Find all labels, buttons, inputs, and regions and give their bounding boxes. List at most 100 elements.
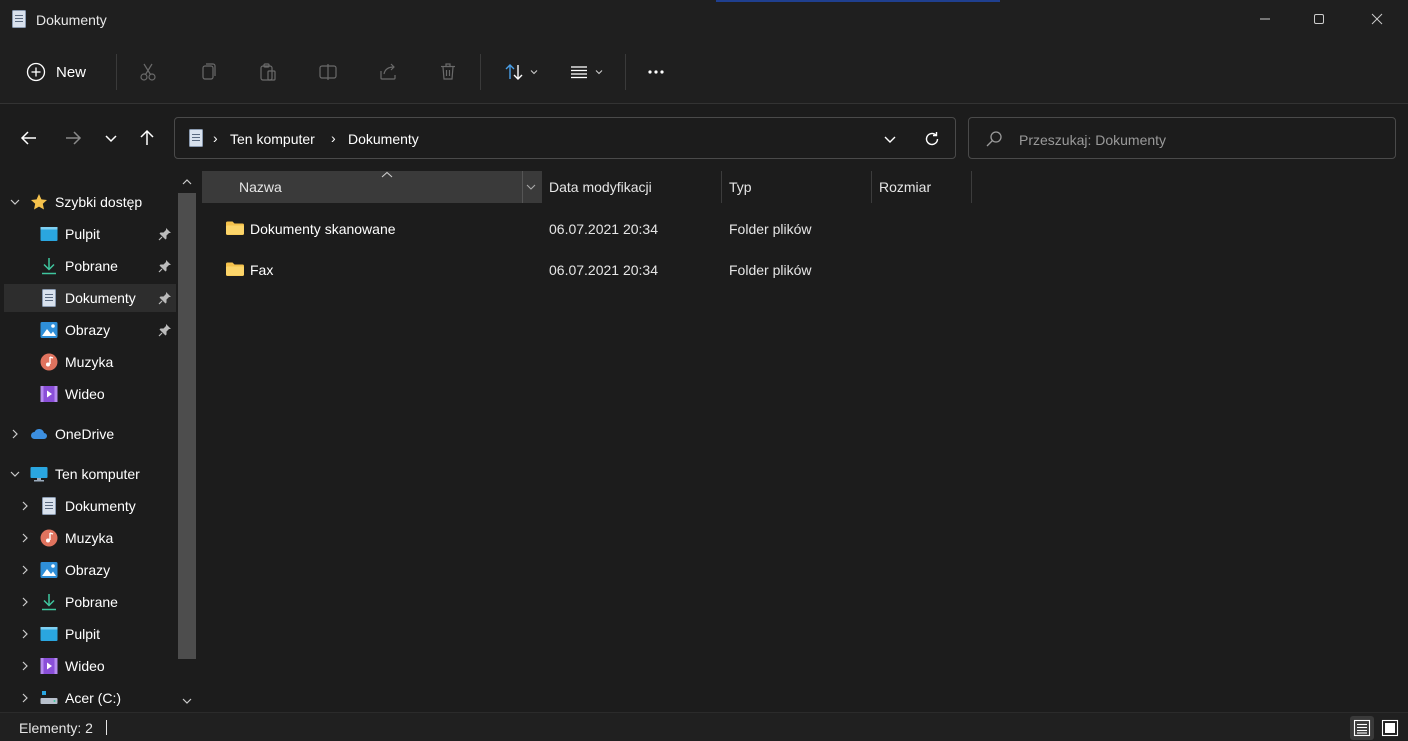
sidebar-item-desktop[interactable]: Pulpit	[0, 220, 176, 248]
navigation-pane: Szybki dostęp Pulpit Pobrane Dokumenty O…	[0, 171, 200, 712]
column-divider	[971, 171, 972, 203]
table-row[interactable]: Dokumenty skanowane 06.07.2021 20:34 Fol…	[200, 210, 1408, 248]
command-bar: New	[0, 40, 1408, 104]
sidebar-item-pc-desktop[interactable]: Pulpit	[0, 620, 176, 648]
search-box[interactable]: Przeszukaj: Dokumenty	[968, 117, 1396, 159]
search-input[interactable]: Przeszukaj: Dokumenty	[1019, 132, 1166, 148]
star-icon	[31, 194, 47, 210]
delete-icon	[441, 63, 455, 80]
sidebar-item-downloads[interactable]: Pobrane	[0, 252, 176, 280]
sidebar-item-documents[interactable]: Dokumenty	[4, 284, 176, 312]
pin-icon[interactable]	[158, 291, 172, 305]
sort-button[interactable]	[498, 56, 544, 88]
breadcrumb-separator[interactable]: ›	[331, 130, 336, 146]
separator	[625, 54, 626, 90]
desktop-icon	[40, 627, 58, 641]
chevron-right-icon	[22, 629, 28, 639]
column-header-type[interactable]: Typ	[729, 171, 869, 203]
folder-icon	[226, 221, 244, 235]
rename-icon	[319, 64, 337, 80]
scroll-down-icon[interactable]	[180, 694, 194, 708]
file-modified: 06.07.2021 20:34	[549, 221, 658, 237]
paste-icon	[260, 63, 276, 81]
sidebar-item-label: Ten komputer	[55, 466, 140, 482]
sidebar-item-drive-c[interactable]: Acer (C:)	[0, 684, 176, 712]
share-icon	[380, 63, 396, 80]
new-label: New	[56, 63, 87, 81]
column-label: Rozmiar	[879, 179, 932, 195]
maximize-button[interactable]	[1294, 0, 1344, 38]
sidebar-item-pc-documents[interactable]: Dokumenty	[0, 492, 176, 520]
breadcrumb-separator[interactable]: ›	[213, 130, 218, 146]
share-button[interactable]	[374, 56, 402, 88]
sidebar-item-label: Muzyka	[65, 530, 114, 546]
more-options-button[interactable]	[642, 56, 670, 88]
copy-button[interactable]	[194, 56, 222, 88]
recent-locations-button[interactable]	[96, 123, 126, 153]
sidebar-item-pc-pictures[interactable]: Obrazy	[0, 556, 176, 584]
accent-line	[716, 0, 1000, 2]
sidebar-item-label: Pulpit	[65, 626, 101, 642]
computer-icon	[30, 467, 48, 482]
sidebar-item-label: Wideo	[65, 658, 105, 674]
breadcrumb-documents[interactable]: Dokumenty	[348, 131, 419, 147]
chevron-down-icon	[105, 135, 117, 143]
column-header-date[interactable]: Data modyfikacji	[549, 171, 719, 203]
status-bar: Elementy: 2	[0, 712, 1408, 741]
new-button[interactable]: New	[26, 56, 100, 88]
sidebar-item-pc-downloads[interactable]: Pobrane	[0, 588, 176, 616]
new-icon	[26, 62, 46, 82]
column-divider	[522, 171, 523, 203]
sidebar-item-label: Pulpit	[65, 226, 101, 242]
drive-icon	[40, 691, 58, 704]
column-divider	[871, 171, 872, 203]
chevron-right-icon	[22, 565, 28, 575]
chevron-down-icon	[595, 70, 603, 75]
forward-button[interactable]	[58, 123, 88, 153]
scrollbar-thumb[interactable]	[178, 193, 196, 659]
refresh-button[interactable]	[919, 126, 945, 152]
pin-icon[interactable]	[158, 259, 172, 273]
table-row[interactable]: Fax 06.07.2021 20:34 Folder plików	[200, 251, 1408, 289]
cut-button[interactable]	[134, 56, 162, 88]
rename-button[interactable]	[314, 56, 342, 88]
details-view-button[interactable]	[1350, 716, 1374, 740]
sidebar-item-videos[interactable]: Wideo	[0, 380, 176, 408]
sidebar-item-pc-music[interactable]: Muzyka	[0, 524, 176, 552]
breadcrumb-this-pc[interactable]: Ten komputer	[230, 131, 315, 147]
folder-icon	[226, 262, 244, 276]
sidebar-item-this-pc[interactable]: Ten komputer	[0, 460, 176, 488]
paste-button[interactable]	[254, 56, 282, 88]
sidebar-item-label: Pobrane	[65, 258, 118, 274]
delete-button[interactable]	[434, 56, 462, 88]
chevron-down-icon[interactable]	[526, 182, 536, 192]
column-label: Nazwa	[239, 179, 282, 195]
sidebar-item-pc-videos[interactable]: Wideo	[0, 652, 176, 680]
column-header-size[interactable]: Rozmiar	[879, 171, 969, 203]
sidebar-item-music[interactable]: Muzyka	[0, 348, 176, 376]
sidebar-scrollbar[interactable]	[176, 171, 198, 712]
chevron-right-icon	[22, 597, 28, 607]
address-history-button[interactable]	[877, 126, 903, 152]
arrow-up-icon	[140, 129, 154, 145]
close-button[interactable]	[1352, 0, 1402, 38]
up-button[interactable]	[132, 123, 162, 153]
sidebar-item-onedrive[interactable]: OneDrive	[0, 420, 176, 448]
file-list: Nazwa Data modyfikacji Typ Rozmiar Dokum…	[200, 171, 1408, 712]
scroll-up-icon[interactable]	[180, 175, 194, 189]
sidebar-item-pictures[interactable]: Obrazy	[0, 316, 176, 344]
view-button[interactable]	[563, 56, 609, 88]
back-button[interactable]	[14, 123, 44, 153]
cloud-icon	[31, 428, 47, 439]
minimize-button[interactable]	[1240, 0, 1290, 38]
column-header-name[interactable]: Nazwa	[202, 171, 542, 203]
chevron-right-icon	[12, 429, 18, 439]
sidebar-item-quick-access[interactable]: Szybki dostęp	[0, 188, 176, 216]
address-bar[interactable]: › Ten komputer › Dokumenty	[174, 117, 956, 159]
document-icon	[189, 129, 203, 147]
pin-icon[interactable]	[158, 323, 172, 337]
column-label: Typ	[729, 179, 752, 195]
pictures-icon	[40, 562, 58, 578]
pin-icon[interactable]	[158, 227, 172, 241]
large-icons-view-button[interactable]	[1378, 716, 1402, 740]
